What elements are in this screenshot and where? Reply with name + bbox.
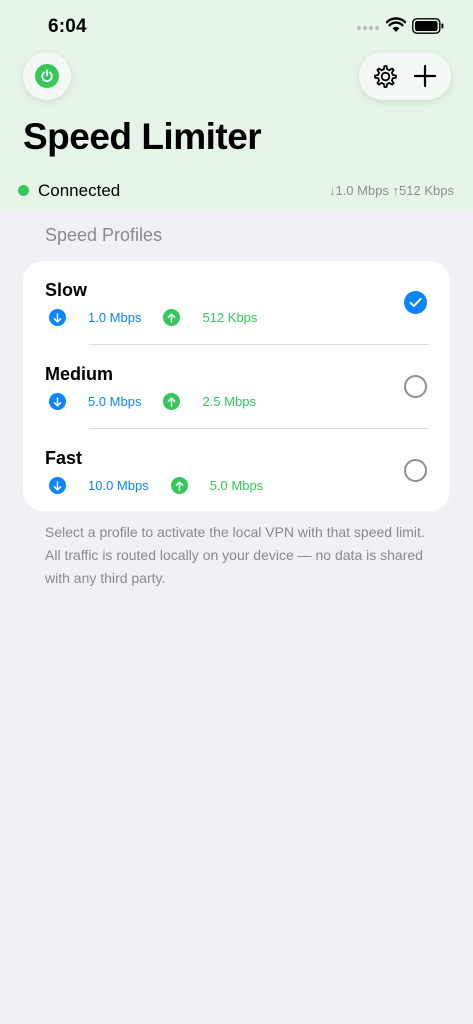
connection-status: Connected ↓1.0 Mbps ↑512 Kbps xyxy=(18,180,458,202)
gear-icon xyxy=(373,64,397,88)
connection-label: Connected xyxy=(38,181,121,200)
download-speed: 10.0 Mbps xyxy=(88,478,149,493)
profile-row-slow[interactable]: Slow 1.0 Mbps 512 Kbps xyxy=(23,261,450,345)
download-arrow-icon xyxy=(49,309,66,326)
profile-speeds: 1.0 Mbps 512 Kbps xyxy=(49,309,279,326)
profile-radio[interactable] xyxy=(404,459,427,482)
download-speed: 1.0 Mbps xyxy=(88,310,142,325)
download-arrow-icon xyxy=(49,393,66,410)
settings-button[interactable] xyxy=(370,61,400,91)
wifi-icon xyxy=(386,17,406,32)
download-arrow-icon xyxy=(49,477,66,494)
profile-row-fast[interactable]: Fast 10.0 Mbps 5.0 Mbps xyxy=(23,429,450,513)
cellular-signal-icon xyxy=(357,26,379,30)
profile-speeds: 5.0 Mbps 2.5 Mbps xyxy=(49,393,278,410)
profiles-card: Slow 1.0 Mbps 512 Kbps Medium 5.0 Mbps 2… xyxy=(23,261,450,511)
checkmark-icon xyxy=(409,298,422,307)
upload-arrow-icon xyxy=(163,393,181,410)
status-bar: 6:04 xyxy=(0,0,473,52)
profile-name: Slow xyxy=(45,280,88,300)
upload-arrow-icon xyxy=(163,309,181,326)
profile-name: Medium xyxy=(45,364,114,384)
upload-speed: 2.5 Mbps xyxy=(202,394,256,409)
footnote: Select a profile to activate the local V… xyxy=(45,524,425,586)
profile-name: Fast xyxy=(45,448,83,468)
current-speeds: ↓1.0 Mbps ↑512 Kbps xyxy=(328,183,454,198)
upload-speed: 5.0 Mbps xyxy=(209,478,264,493)
plus-icon xyxy=(413,64,437,88)
battery-icon xyxy=(412,18,444,34)
upload-speed: 512 Kbps xyxy=(202,310,258,325)
power-button[interactable] xyxy=(23,52,71,100)
page-title: Speed Limiter xyxy=(23,116,262,157)
upload-arrow-icon xyxy=(170,477,188,494)
profile-radio-selected[interactable] xyxy=(404,291,427,314)
profile-speeds: 10.0 Mbps 5.0 Mbps xyxy=(49,477,285,494)
profile-radio[interactable] xyxy=(404,375,427,398)
header: 6:04 Speed Limiter Connected ↓1.0 Mbps ↑… xyxy=(0,0,473,210)
status-dot xyxy=(18,185,29,196)
add-profile-button[interactable] xyxy=(410,61,440,91)
top-actions xyxy=(359,52,451,100)
section-title: Speed Profiles xyxy=(45,225,163,245)
download-speed: 5.0 Mbps xyxy=(88,394,142,409)
status-time: 6:04 xyxy=(48,16,87,37)
profile-row-medium[interactable]: Medium 5.0 Mbps 2.5 Mbps xyxy=(23,345,450,429)
power-icon xyxy=(35,64,59,88)
